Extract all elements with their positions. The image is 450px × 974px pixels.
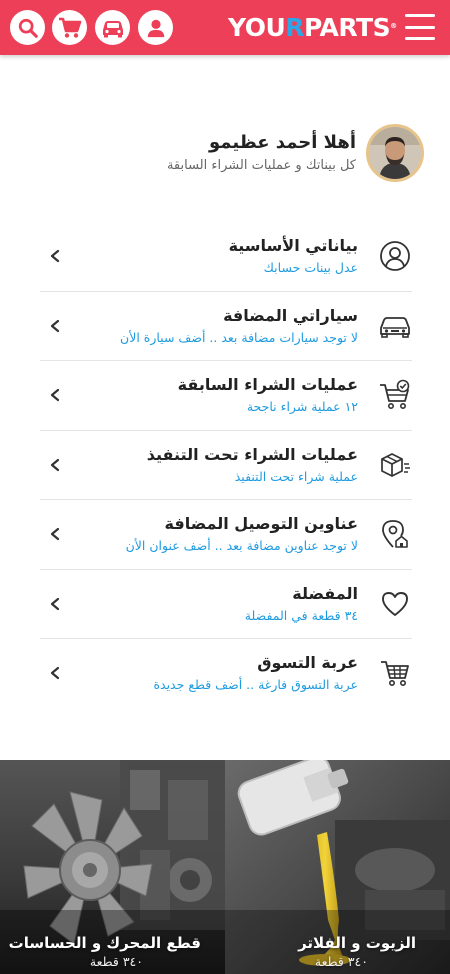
my-cars-button[interactable]: [95, 10, 130, 45]
menu-item-title: عناوين التوصيل المضافة: [164, 514, 358, 533]
account-button[interactable]: [138, 10, 173, 45]
menu-item-title: المفضلة: [292, 583, 358, 603]
category-count: ٣٤٠ قطعة: [89, 954, 143, 969]
delivery-box-icon: [381, 452, 410, 477]
menu-item-subtitle: عملية شراء تحت التنفيذ: [234, 468, 358, 484]
brand-logo[interactable]: YOURPARTS®: [228, 13, 397, 43]
menu-item-title: بياناتي الأساسية: [228, 236, 358, 255]
menu-item-subtitle: لا توجد عناوين مضافة بعد .. أضف عنوان ال…: [125, 538, 358, 553]
menu-item-title: عربة التسوق: [257, 653, 358, 672]
menu-item-shopping-cart[interactable]: عربة التسوق عربة التسوق فارغة .. أضف قطع…: [40, 639, 412, 709]
chevron-left-icon: [50, 527, 60, 541]
account-menu: بياناتي الأساسية عدل بينات حسابك سياراتي…: [40, 222, 412, 709]
menu-item-pending-orders[interactable]: عمليات الشراء تحت التنفيذ عملية شراء تحت…: [40, 431, 412, 500]
search-button[interactable]: [10, 10, 45, 45]
chevron-left-icon: [50, 666, 60, 680]
heart-icon: [382, 591, 408, 616]
user-icon: [147, 19, 164, 37]
category-count: ٣٤٠ قطعة: [314, 954, 368, 969]
car-icon: [380, 316, 410, 338]
category-tiles: قطع المحرك و الحساسات ٣٤٠ قطعة الزيوت و …: [0, 760, 450, 974]
menu-icon: [405, 14, 435, 17]
chevron-left-icon: [50, 597, 60, 610]
menu-item-favorites[interactable]: المفضلة ٣٤ قطعة في المفضلة: [40, 570, 412, 639]
location-home-icon: [382, 520, 408, 548]
category-tile-oils-filters[interactable]: الزيوت و الفلاتر ٣٤٠ قطعة: [225, 760, 450, 974]
avatar[interactable]: [366, 124, 424, 182]
profile-summary: أهلا أحمد عظيمو كل بيناتك و عمليات الشرا…: [124, 124, 424, 184]
chevron-left-icon: [50, 249, 60, 263]
app-header: YOURPARTS®: [0, 0, 450, 55]
menu-item-subtitle: ٣٤ قطعة في المفضلة: [244, 607, 358, 623]
category-tile-engine-parts[interactable]: قطع المحرك و الحساسات ٣٤٠ قطعة: [0, 760, 225, 974]
greeting-subtitle: كل بيناتك و عمليات الشراء السابقة: [166, 158, 356, 173]
chevron-left-icon: [50, 458, 60, 471]
user-circle-icon: [380, 241, 410, 271]
shopping-cart-icon: [381, 661, 409, 686]
cart-button[interactable]: [52, 10, 87, 45]
greeting-title: أهلا أحمد عظيمو: [209, 132, 356, 153]
menu-item-title: سياراتي المضافة: [223, 305, 358, 325]
car-icon: [102, 20, 123, 37]
search-icon: [18, 18, 38, 38]
menu-item-title: عمليات الشراء تحت التنفيذ: [146, 444, 358, 464]
category-title: الزيوت و الفلاتر: [298, 934, 416, 952]
chevron-left-icon: [50, 388, 60, 402]
chevron-left-icon: [50, 319, 60, 332]
menu-item-subtitle: ١٢ عملية شراء ناجحة: [246, 399, 358, 414]
cart-icon: [58, 17, 81, 38]
menu-item-my-cars[interactable]: سياراتي المضافة لا توجد سيارات مضافة بعد…: [40, 292, 412, 361]
menu-item-past-orders[interactable]: عمليات الشراء السابقة ١٢ عملية شراء ناجح…: [40, 361, 412, 431]
menu-item-basic-info[interactable]: بياناتي الأساسية عدل بينات حسابك: [40, 222, 412, 292]
menu-item-subtitle: عربة التسوق فارغة .. أضف قطع جديدة: [153, 677, 358, 692]
menu-item-subtitle: عدل بينات حسابك: [263, 260, 358, 275]
menu-item-subtitle: لا توجد سيارات مضافة بعد .. أضف سيارة ال…: [120, 329, 358, 345]
hamburger-menu-button[interactable]: [405, 14, 435, 40]
menu-item-title: عمليات الشراء السابقة: [177, 375, 358, 394]
cart-check-icon: [380, 379, 410, 409]
category-title: قطع المحرك و الحساسات: [8, 934, 201, 952]
menu-item-delivery-addresses[interactable]: عناوين التوصيل المضافة لا توجد عناوين مض…: [40, 500, 412, 570]
